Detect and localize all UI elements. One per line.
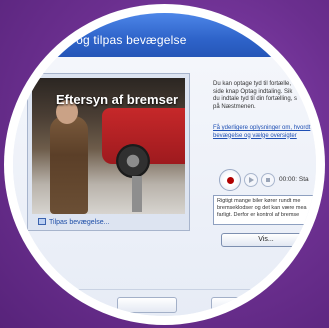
video-preview[interactable]: Eftersyn af bremser <box>32 78 185 214</box>
window-client-area: Eftersyn af bremser Tilpas bevægelse... … <box>13 57 316 316</box>
photo-story-window: , og tilpas bevægelse Eftersyn af bremse… <box>13 13 316 316</box>
preview-panel: Eftersyn af bremser Tilpas bevægelse... <box>27 73 190 231</box>
instruction-text: Du kan optage tyd til fortælle, side kna… <box>213 81 298 110</box>
preview-button[interactable]: Vis... <box>221 233 311 247</box>
preview-caption: Eftersyn af bremser <box>56 92 179 107</box>
wheel-hub-image <box>116 144 150 178</box>
motion-icon <box>38 218 46 225</box>
footer-button-right[interactable] <box>211 297 271 313</box>
customize-motion-label: Tilpas bevægelse... <box>49 219 110 226</box>
window-titlebar[interactable]: , og tilpas bevægelse <box>13 13 316 57</box>
window-title: , og tilpas bevægelse <box>69 33 187 47</box>
footer-button-left[interactable] <box>117 297 177 313</box>
record-button[interactable] <box>219 169 241 191</box>
help-link[interactable]: Få yderligere oplysninger om, hvordt bev… <box>213 125 313 140</box>
magnified-lens: , og tilpas bevægelse Eftersyn af bremse… <box>13 13 316 316</box>
recording-timer: 00:00: Sta <box>279 176 309 183</box>
jack-stand-image <box>132 176 142 212</box>
footer-divider <box>13 289 316 290</box>
stop-button[interactable] <box>261 173 275 187</box>
recording-controls: 00:00: Sta <box>219 169 316 191</box>
play-button[interactable] <box>244 173 258 187</box>
mechanic-image <box>50 116 88 214</box>
narration-textbox[interactable]: Rigtigt mange biler kører rundt me brems… <box>213 195 316 225</box>
customize-motion-button[interactable]: Tilpas bevægelse... <box>38 218 130 230</box>
